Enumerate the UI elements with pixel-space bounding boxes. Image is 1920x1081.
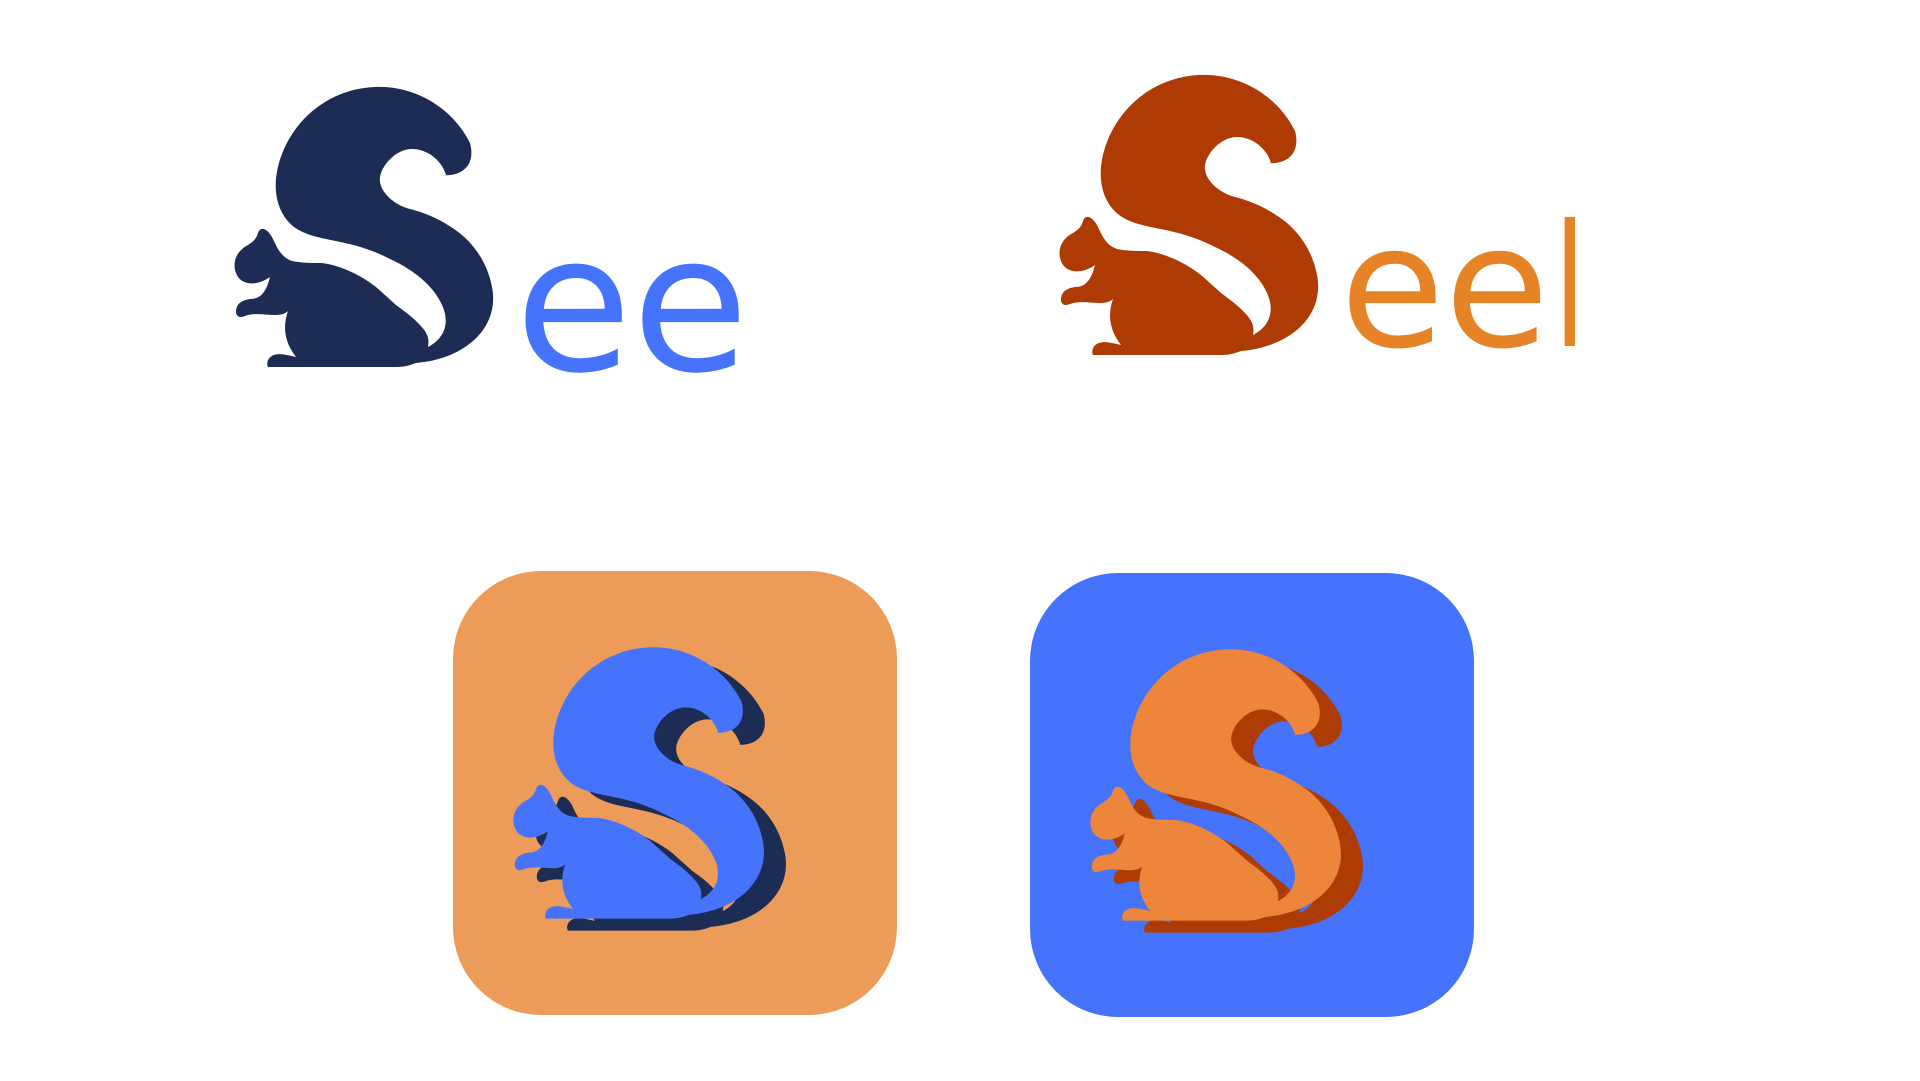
app-icon-graphic <box>453 571 897 1015</box>
squirrel-logo-graphic: eek <box>234 86 859 415</box>
app-icon-blue <box>1030 573 1474 1017</box>
wordmark-text: eek <box>1340 189 1575 378</box>
app-icon-graphic <box>1030 573 1474 1017</box>
canvas: eek eek <box>0 0 1920 1081</box>
app-icon-orange <box>453 571 897 1015</box>
squirrel-logo-graphic: eek <box>1059 74 1648 387</box>
logo-navy-blue: eek <box>230 60 859 415</box>
logo-rust-orange: eek <box>1055 48 1648 387</box>
wordmark-text: eek <box>515 194 750 390</box>
